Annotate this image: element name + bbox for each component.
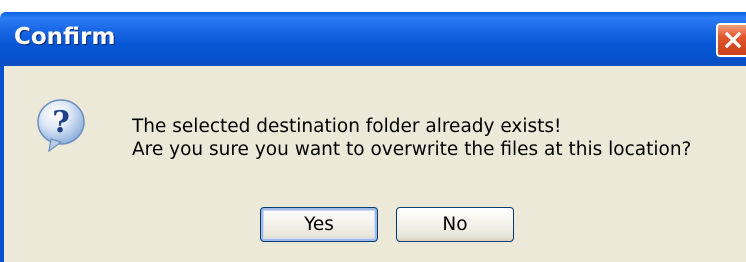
dialog-body: ? The selected destination folder alread… <box>4 66 746 262</box>
message-line-1: The selected destination folder already … <box>132 116 562 137</box>
title-bar[interactable]: Confirm <box>0 12 746 66</box>
confirm-dialog: Confirm ? The selected destination folde… <box>0 12 746 262</box>
close-button[interactable] <box>716 23 746 57</box>
window-title: Confirm <box>14 24 116 50</box>
question-icon: ? <box>37 99 85 153</box>
message-line-2: Are you sure you want to overwrite the f… <box>132 139 692 160</box>
message-text: The selected destination folder already … <box>132 115 691 161</box>
svg-text:?: ? <box>52 105 70 140</box>
yes-button[interactable]: Yes <box>260 207 378 242</box>
close-icon <box>724 31 742 49</box>
no-button[interactable]: No <box>396 207 514 242</box>
